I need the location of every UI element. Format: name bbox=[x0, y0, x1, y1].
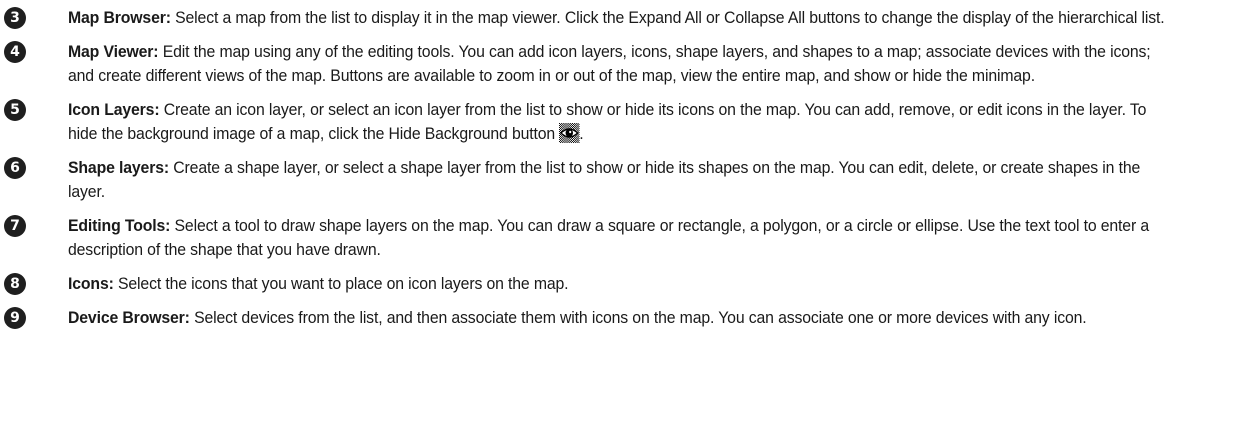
callout-description: Create an icon layer, or select an icon … bbox=[68, 100, 1147, 143]
callout-text: Editing Tools: Select a tool to draw sha… bbox=[68, 214, 1167, 262]
callout-term: Icon Layers: bbox=[68, 100, 160, 119]
callout-description: Select devices from the list, and then a… bbox=[194, 308, 1087, 327]
callout-number-badge: 5 bbox=[4, 99, 26, 121]
callout-text: Shape layers: Create a shape layer, or s… bbox=[68, 156, 1167, 204]
callout-term: Device Browser: bbox=[68, 308, 190, 327]
callout-text: Map Browser: Select a map from the list … bbox=[68, 6, 1167, 30]
callout-item-shape-layers: 6 Shape layers: Create a shape layer, or… bbox=[0, 156, 1250, 204]
callout-item-map-viewer: 4 Map Viewer: Edit the map using any of … bbox=[0, 40, 1250, 88]
callout-text: Device Browser: Select devices from the … bbox=[68, 306, 1167, 330]
callout-item-editing-tools: 7 Editing Tools: Select a tool to draw s… bbox=[0, 214, 1250, 262]
callout-item-icon-layers: 5 Icon Layers: Create an icon layer, or … bbox=[0, 98, 1250, 146]
callout-trailing-text: . bbox=[579, 124, 584, 143]
callout-term: Editing Tools: bbox=[68, 216, 171, 235]
callout-text: Icon Layers: Create an icon layer, or se… bbox=[68, 98, 1167, 146]
callout-description: Select the icons that you want to place … bbox=[117, 274, 569, 293]
hide-background-eye-icon bbox=[558, 123, 580, 143]
callout-description: Select a map from the list to display it… bbox=[175, 8, 1165, 27]
callout-item-map-browser: 3 Map Browser: Select a map from the lis… bbox=[0, 6, 1250, 30]
callout-description: Create a shape layer, or select a shape … bbox=[68, 158, 1141, 201]
callout-term: Icons: bbox=[68, 274, 114, 293]
callout-number-badge: 3 bbox=[4, 7, 26, 29]
callout-term: Shape layers: bbox=[68, 158, 170, 177]
callout-text: Map Viewer: Edit the map using any of th… bbox=[68, 40, 1167, 88]
callout-list: 3 Map Browser: Select a map from the lis… bbox=[0, 6, 1250, 340]
callout-item-device-browser: 9 Device Browser: Select devices from th… bbox=[0, 306, 1250, 330]
callout-number-badge: 4 bbox=[4, 41, 26, 63]
callout-term: Map Browser: bbox=[68, 8, 171, 27]
callout-item-icons: 8 Icons: Select the icons that you want … bbox=[0, 272, 1250, 296]
callout-number-badge: 8 bbox=[4, 273, 26, 295]
callout-text: Icons: Select the icons that you want to… bbox=[68, 272, 1167, 296]
callout-description: Select a tool to draw shape layers on th… bbox=[68, 216, 1150, 259]
callout-number-badge: 9 bbox=[4, 307, 26, 329]
callout-number-badge: 7 bbox=[4, 215, 26, 237]
callout-description: Edit the map using any of the editing to… bbox=[68, 42, 1151, 85]
callout-term: Map Viewer: bbox=[68, 42, 159, 61]
callout-number-badge: 6 bbox=[4, 157, 26, 179]
